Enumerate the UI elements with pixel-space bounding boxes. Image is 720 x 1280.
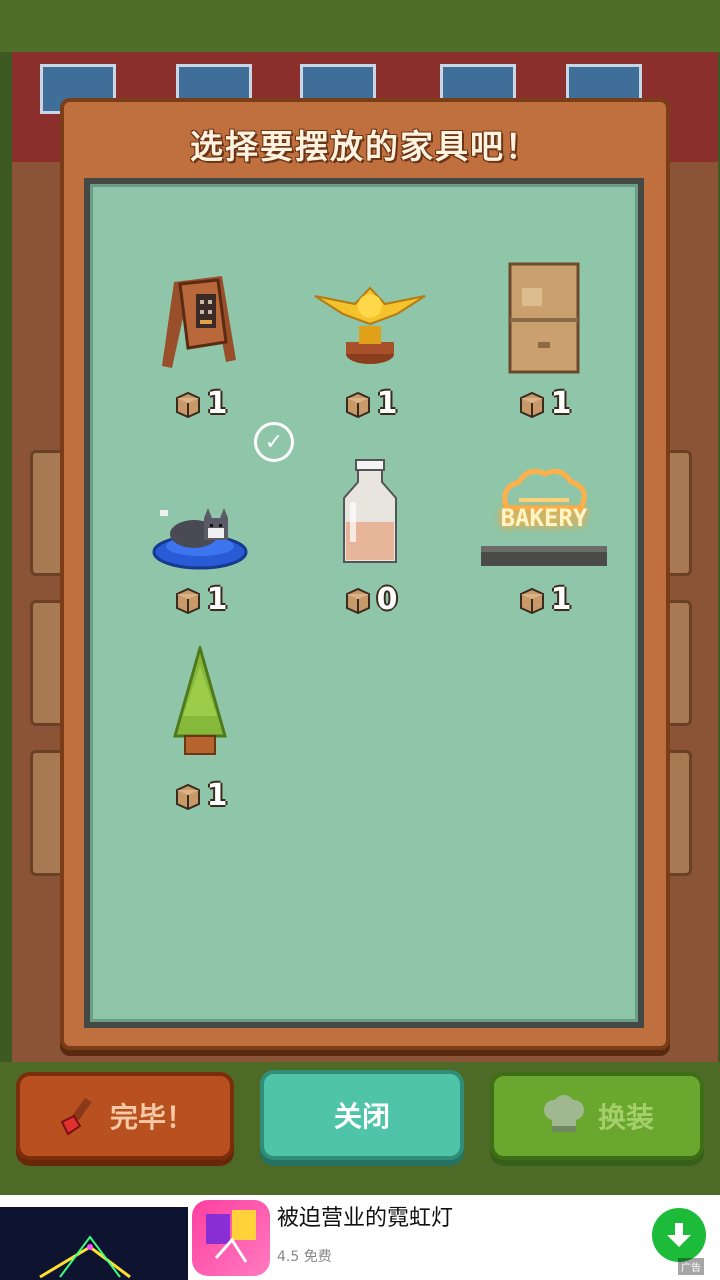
download-icon[interactable] — [652, 1208, 706, 1262]
furniture-item-golden-trophy[interactable]: 1 — [280, 244, 460, 440]
chef-hat-icon — [543, 1095, 584, 1132]
item-count-value: 1 — [206, 582, 228, 617]
done-button-label: 完毕！ — [109, 1101, 194, 1134]
sandwich-board-icon — [125, 244, 275, 374]
modal-title: 选择要摆放的家具吧！ — [190, 127, 540, 166]
furniture-item-pine-tree[interactable]: 1 — [110, 636, 290, 832]
cat-bed-icon — [125, 440, 275, 570]
item-count-value: 0 — [376, 582, 398, 617]
furniture-select-modal: 选择要摆放的家具吧！ 1 1 1 1 ✓ 0 BAKERY 1 1 — [60, 98, 670, 1050]
item-count: 1 — [110, 582, 290, 617]
milk-bottle-icon — [295, 440, 445, 570]
box-icon — [345, 587, 370, 614]
item-count: 1 — [280, 386, 460, 421]
change-outfit-button-label: 换装 — [597, 1101, 654, 1134]
ad-title[interactable]: 被迫营业的霓虹灯 — [277, 1200, 453, 1232]
furniture-item-cat-bed[interactable]: 1 — [110, 440, 290, 636]
close-button[interactable]: 关闭 — [260, 1070, 464, 1160]
item-count: 1 — [110, 778, 290, 813]
close-button-label: 关闭 — [333, 1100, 390, 1133]
ad-subtitle: 4.5 免费 — [277, 1249, 332, 1265]
bakery-sign-text: BAKERY — [500, 504, 588, 532]
change-outfit-button[interactable]: 换装 — [490, 1072, 704, 1160]
pine-tree-icon — [125, 636, 275, 766]
item-count-value: 1 — [206, 386, 228, 421]
item-count: 0 — [280, 582, 460, 617]
furniture-grid-panel: 1 1 1 1 ✓ 0 BAKERY 1 1 — [84, 178, 644, 1028]
item-count-value: 1 — [206, 778, 228, 813]
furniture-item-cardboard-box[interactable]: 1 — [454, 244, 634, 440]
ad-app-icon[interactable] — [192, 1200, 270, 1276]
furniture-item-bakery-sign[interactable]: BAKERY 1 — [454, 440, 634, 636]
done-button[interactable]: 完毕！ — [16, 1072, 234, 1160]
box-icon — [345, 391, 370, 418]
item-count: 1 — [454, 386, 634, 421]
item-count-value: 1 — [550, 386, 572, 421]
paintbrush-icon — [60, 1097, 92, 1136]
box-icon — [519, 391, 544, 418]
golden-bird-trophy-icon — [295, 244, 445, 374]
item-count: 1 — [454, 582, 634, 617]
box-icon — [175, 587, 200, 614]
furniture-item-sandwich-board[interactable]: 1 — [110, 244, 290, 440]
box-icon — [519, 587, 544, 614]
box-icon — [175, 783, 200, 810]
ad-tag: 广告 — [678, 1258, 704, 1275]
item-count: 1 — [110, 386, 290, 421]
bakery-neon-sign-icon: BAKERY — [469, 440, 619, 570]
item-count-value: 1 — [550, 582, 572, 617]
ad-image — [0, 1207, 188, 1280]
furniture-item-milk-bottle[interactable]: ✓ 0 — [254, 422, 460, 636]
cardboard-box-icon — [469, 244, 619, 374]
box-icon — [175, 391, 200, 418]
grass-area — [0, 0, 720, 52]
item-count-value: 1 — [376, 386, 398, 421]
placed-check-icon: ✓ — [254, 422, 294, 462]
